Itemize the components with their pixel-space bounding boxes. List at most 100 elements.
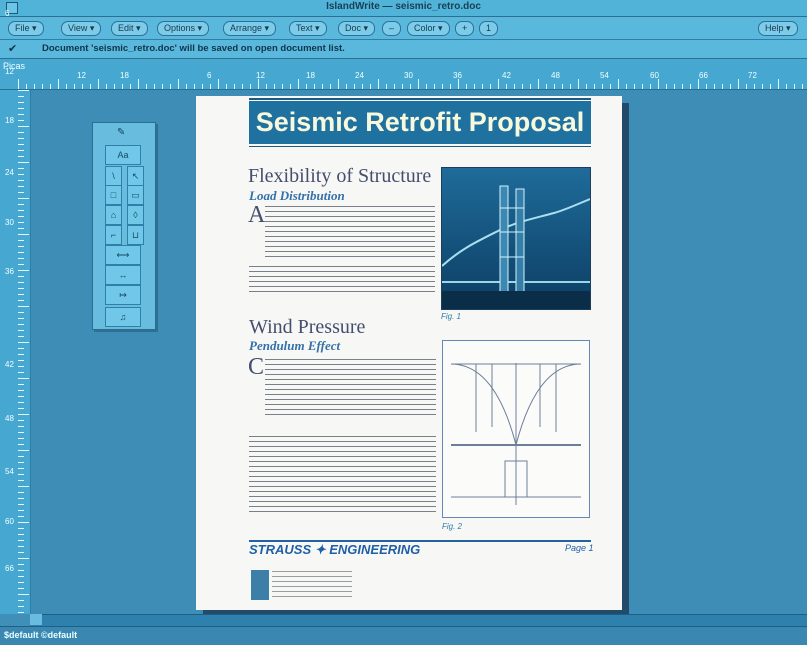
plus-button[interactable]: + — [455, 21, 475, 36]
bridge-diagram[interactable] — [442, 340, 590, 518]
page-number-field[interactable]: 1 — [479, 21, 499, 36]
vruler-tick — [18, 294, 24, 295]
ruler-tick — [18, 79, 19, 89]
pointer-tool-icon[interactable]: ↖ — [127, 166, 144, 186]
minus-button[interactable]: – — [382, 21, 402, 36]
ruler-tick — [138, 79, 139, 89]
scroll-left-icon[interactable] — [30, 614, 42, 625]
vruler-tick — [18, 510, 24, 511]
ruler-tick — [618, 79, 619, 89]
ruler-tick — [258, 79, 259, 89]
pencil-icon[interactable]: ✎ — [117, 127, 125, 138]
footer-fine-print — [272, 571, 352, 598]
vruler-tick — [18, 504, 24, 505]
section2-body-text[interactable] — [265, 359, 436, 419]
sound-tool-icon[interactable]: ♫ — [105, 307, 141, 327]
arrow-tool-icon[interactable]: ⟷ — [105, 245, 141, 265]
ruler-tick — [178, 79, 179, 89]
ruler-tick — [98, 79, 99, 89]
ruler-tick — [506, 84, 507, 89]
dimension-tool-icon[interactable]: ↦ — [105, 285, 141, 305]
ruler-tick — [434, 84, 435, 89]
ruler-tick — [786, 84, 787, 89]
vruler-tick — [18, 348, 24, 349]
header-top-rule — [249, 98, 591, 100]
section2-title[interactable]: Wind Pressure — [249, 316, 365, 339]
style-names[interactable]: $default ©default — [4, 630, 77, 640]
document-header[interactable]: Seismic Retrofit Proposal — [249, 101, 591, 144]
window-title: IslandWrite — seismic_retro.doc — [326, 1, 481, 12]
ruler-tick — [562, 84, 563, 89]
color-menu[interactable]: Color ▾ — [407, 21, 450, 36]
ruler-tick — [530, 84, 531, 89]
vruler-tick — [18, 102, 24, 103]
vruler-tick — [18, 246, 24, 247]
polygon-tool-icon[interactable]: ◊ — [127, 205, 144, 225]
vruler-tick — [18, 468, 24, 469]
options-menu[interactable]: Options ▾ — [157, 21, 210, 36]
vruler-tick — [18, 492, 24, 493]
ruler-tick — [690, 84, 691, 89]
vruler-tick — [18, 342, 29, 343]
ruler-number: 54 — [600, 71, 609, 80]
vruler-tick — [18, 420, 24, 421]
vruler-tick — [18, 276, 24, 277]
container-tool-icon[interactable]: ⊔ — [127, 225, 144, 245]
vertical-ruler[interactable]: 6 12 18 24 30 36 42 48 54 60 66 — [0, 9, 31, 614]
vruler-tick — [18, 252, 24, 253]
edit-menu[interactable]: Edit ▾ — [111, 21, 148, 36]
ruler-tick — [210, 84, 211, 89]
ruler-tick — [746, 84, 747, 89]
footer-page-number[interactable]: Page 1 — [565, 543, 594, 553]
vruler-tick — [18, 456, 24, 457]
ruler-number: 42 — [502, 71, 511, 80]
ruler-tick — [194, 84, 195, 89]
text-menu[interactable]: Text ▾ — [289, 21, 327, 36]
vruler-tick — [18, 564, 24, 565]
horizontal-ruler[interactable]: Picas 12 18 6 12 18 24 30 36 42 48 54 60 66 72 — [0, 59, 807, 90]
vruler-tick — [18, 594, 29, 595]
crop-tool-icon[interactable]: ⌐ — [105, 225, 122, 245]
line-tool-icon[interactable]: \ — [105, 166, 122, 186]
bridge-photo[interactable] — [441, 167, 591, 310]
file-menu[interactable]: File ▾ — [8, 21, 44, 36]
section1-body-text-2[interactable] — [249, 266, 435, 296]
section1-body-text[interactable] — [265, 206, 435, 259]
section2-subtitle[interactable]: Pendulum Effect — [249, 338, 340, 354]
help-menu[interactable]: Help ▾ — [758, 21, 798, 36]
vruler-tick — [18, 444, 24, 445]
vruler-tick — [18, 402, 24, 403]
vruler-tick — [18, 534, 24, 535]
shape-tool-icon[interactable]: ⌂ — [105, 205, 122, 225]
vruler-tick — [18, 588, 24, 589]
ruler-tick — [546, 84, 547, 89]
vruler-tick — [18, 396, 24, 397]
section2-body-text-2[interactable] — [249, 436, 436, 515]
vruler-tick — [18, 486, 29, 487]
vruler-tick — [18, 324, 24, 325]
ruler-tick — [514, 84, 515, 89]
vruler-tick — [18, 540, 24, 541]
section1-title[interactable]: Flexibility of Structure — [248, 165, 431, 188]
ruler-tick — [794, 84, 795, 89]
frame-tool-icon[interactable]: ▭ — [127, 185, 144, 205]
horizontal-scrollbar[interactable] — [30, 614, 807, 626]
ruler-tick — [450, 84, 451, 89]
connector-tool-icon[interactable]: ↔ — [105, 265, 141, 285]
ruler-tick — [82, 84, 83, 89]
doc-menu[interactable]: Doc ▾ — [338, 21, 376, 36]
ruler-tick — [90, 84, 91, 89]
vruler-tick — [18, 426, 24, 427]
vruler-tick — [18, 210, 24, 211]
vruler-tick — [18, 300, 24, 301]
ruler-tick — [346, 84, 347, 89]
text-tool-icon[interactable]: Aa — [105, 145, 141, 165]
ruler-tick — [106, 84, 107, 89]
vruler-tick — [18, 318, 24, 319]
ruler-tick — [202, 84, 203, 89]
view-menu[interactable]: View ▾ — [61, 21, 102, 36]
vruler-tick — [18, 600, 24, 601]
rectangle-tool-icon[interactable]: □ — [105, 185, 122, 205]
arrange-menu[interactable]: Arrange ▾ — [223, 21, 277, 36]
footer-brand[interactable]: STRAUSS ✦ ENGINEERING — [249, 542, 420, 558]
